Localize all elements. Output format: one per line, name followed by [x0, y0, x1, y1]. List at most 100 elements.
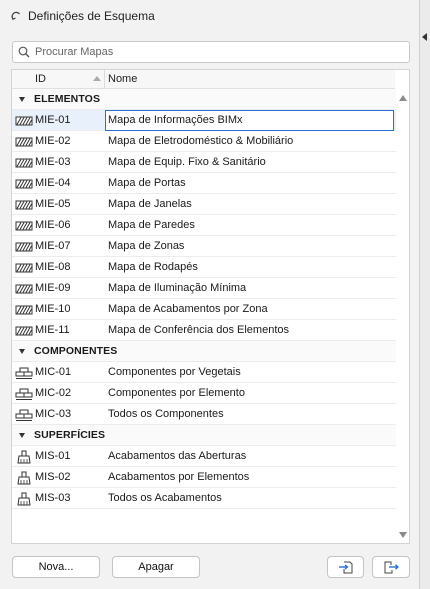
hatch-icon	[15, 240, 33, 254]
search-box[interactable]	[12, 41, 410, 63]
row-name: Mapa de Rodapés	[108, 261, 198, 273]
group-row-superficies[interactable]: SUPERFÍCIES	[12, 425, 396, 446]
expand-caret-icon[interactable]	[19, 348, 25, 354]
export-button[interactable]	[372, 556, 410, 578]
table-row[interactable]: MIE-10 Mapa de Acabamentos por Zona	[12, 299, 396, 320]
hatch-icon	[15, 219, 33, 233]
row-id: MIE-02	[35, 135, 71, 147]
table-row[interactable]: MIS-02 Acabamentos por Elementos	[12, 467, 396, 488]
brush-icon	[15, 492, 33, 506]
row-name: Mapa de Equip. Fixo & Sanitário	[108, 156, 266, 168]
row-id: MIE-06	[35, 219, 71, 231]
hatch-icon	[15, 177, 33, 191]
scroll-down-arrow-icon[interactable]	[399, 532, 407, 538]
table-row[interactable]: MIE-05 Mapa de Janelas	[12, 194, 396, 215]
table-row[interactable]: MIE-01 Mapa de Informações BIMx	[12, 110, 396, 131]
hatch-icon	[15, 135, 33, 149]
schedule-settings-panel: Definições de Esquema ID Nome ELEMENTOS …	[0, 0, 420, 589]
export-icon	[384, 561, 399, 574]
row-id: MIC-01	[35, 366, 72, 378]
delete-button[interactable]: Apagar	[112, 556, 200, 578]
collapse-arrow-icon[interactable]	[422, 33, 427, 41]
table-row[interactable]: MIE-03 Mapa de Equip. Fixo & Sanitário	[12, 152, 396, 173]
bricks-icon	[15, 408, 33, 422]
list-header: ID Nome	[12, 70, 395, 89]
row-id: MIS-02	[35, 471, 71, 483]
table-row[interactable]: MIC-01 Componentes por Vegetais	[12, 362, 396, 383]
row-id: MIE-01	[35, 114, 71, 126]
brush-icon	[15, 450, 33, 464]
sort-ascending-icon[interactable]	[93, 76, 101, 81]
expand-caret-icon[interactable]	[19, 96, 25, 102]
hatch-icon	[15, 282, 33, 296]
hatch-icon	[15, 114, 33, 128]
table-row[interactable]: MIE-06 Mapa de Paredes	[12, 215, 396, 236]
row-id: MIS-01	[35, 450, 71, 462]
row-name: Componentes por Elemento	[108, 387, 245, 399]
row-name: Acabamentos por Elementos	[108, 471, 250, 483]
bricks-icon	[15, 387, 33, 401]
panel-collapse-edge[interactable]	[420, 0, 430, 589]
list-rows: ELEMENTOS MIE-01 Mapa de Informações BIM…	[12, 89, 396, 509]
row-name: Todos os Componentes	[108, 408, 224, 420]
schedule-list: ID Nome ELEMENTOS MIE-01 Mapa de Informa…	[11, 69, 410, 544]
search-icon	[18, 46, 30, 58]
group-row-elementos[interactable]: ELEMENTOS	[12, 89, 396, 110]
hatch-icon	[15, 198, 33, 212]
table-row[interactable]: MIE-11 Mapa de Conferência dos Elementos	[12, 320, 396, 341]
table-row[interactable]: MIE-02 Mapa de Eletrodoméstico & Mobiliá…	[12, 131, 396, 152]
row-name: Acabamentos das Aberturas	[108, 450, 247, 462]
scroll-up-arrow-icon[interactable]	[399, 95, 407, 101]
new-button[interactable]: Nova...	[12, 556, 100, 578]
group-label: COMPONENTES	[34, 345, 118, 357]
row-name: Mapa de Eletrodoméstico & Mobiliário	[108, 135, 294, 147]
row-id: MIE-05	[35, 198, 71, 210]
row-name: Mapa de Acabamentos por Zona	[108, 303, 268, 315]
column-divider[interactable]	[104, 70, 105, 89]
group-label: ELEMENTOS	[34, 93, 101, 105]
vertical-scrollbar[interactable]	[396, 89, 410, 544]
group-row-componentes[interactable]: COMPONENTES	[12, 341, 396, 362]
row-id: MIC-03	[35, 408, 72, 420]
row-id: MIE-10	[35, 303, 71, 315]
row-id: MIE-03	[35, 156, 71, 168]
title-bar: Definições de Esquema	[0, 0, 420, 32]
refresh-icon	[11, 11, 21, 21]
row-id: MIE-07	[35, 240, 71, 252]
row-name: Componentes por Vegetais	[108, 366, 241, 378]
row-id: MIE-09	[35, 282, 71, 294]
table-row[interactable]: MIE-07 Mapa de Zonas	[12, 236, 396, 257]
expand-caret-icon[interactable]	[19, 432, 25, 438]
table-row[interactable]: MIC-03 Todos os Componentes	[12, 404, 396, 425]
row-id: MIS-03	[35, 492, 71, 504]
bricks-icon	[15, 366, 33, 380]
row-name: Mapa de Janelas	[108, 198, 192, 210]
table-row[interactable]: MIS-03 Todos os Acabamentos	[12, 488, 396, 509]
row-name: Mapa de Conferência dos Elementos	[108, 324, 289, 336]
search-input[interactable]	[35, 46, 409, 58]
import-button[interactable]	[327, 556, 364, 578]
row-id: MIE-11	[35, 324, 70, 336]
import-icon	[338, 561, 352, 574]
row-id: MIE-04	[35, 177, 71, 189]
column-header-name[interactable]: Nome	[108, 73, 137, 85]
hatch-icon	[15, 261, 33, 275]
hatch-icon	[15, 156, 33, 170]
table-row[interactable]: MIS-01 Acabamentos das Aberturas	[12, 446, 396, 467]
table-row[interactable]: MIE-09 Mapa de Iluminação Mínima	[12, 278, 396, 299]
window-title: Definições de Esquema	[28, 9, 155, 23]
row-name: Mapa de Paredes	[108, 219, 195, 231]
group-label: SUPERFÍCIES	[34, 429, 106, 441]
brush-icon	[15, 471, 33, 485]
column-header-id[interactable]: ID	[35, 73, 46, 85]
row-name: Mapa de Iluminação Mínima	[108, 282, 247, 294]
row-name: Mapa de Informações BIMx	[108, 114, 243, 126]
row-id: MIC-02	[35, 387, 72, 399]
hatch-icon	[15, 324, 33, 338]
row-name: Mapa de Portas	[108, 177, 186, 189]
hatch-icon	[15, 303, 33, 317]
row-name: Mapa de Zonas	[108, 240, 185, 252]
table-row[interactable]: MIC-02 Componentes por Elemento	[12, 383, 396, 404]
table-row[interactable]: MIE-08 Mapa de Rodapés	[12, 257, 396, 278]
table-row[interactable]: MIE-04 Mapa de Portas	[12, 173, 396, 194]
